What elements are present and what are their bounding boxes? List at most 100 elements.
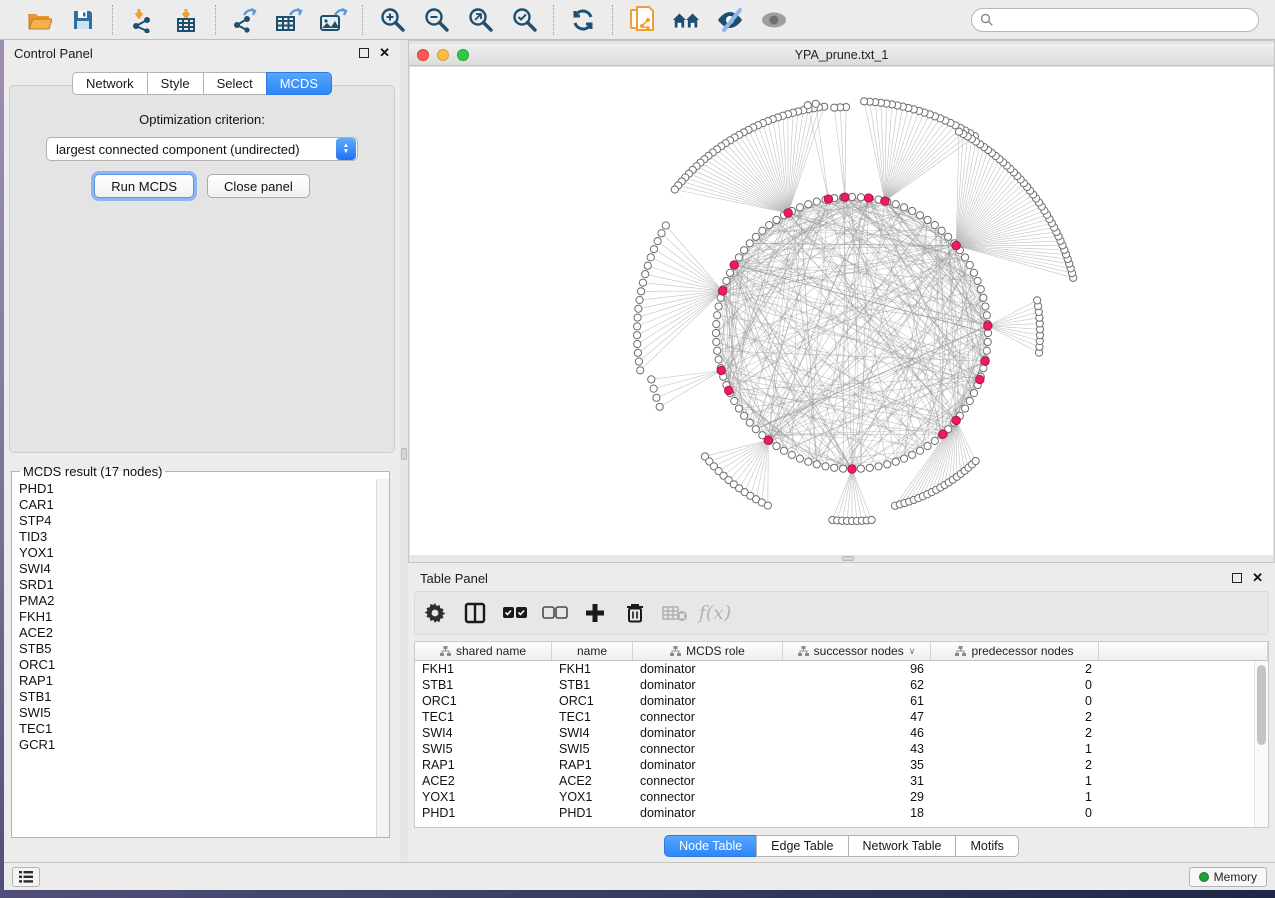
- task-history-icon[interactable]: [12, 867, 40, 887]
- mcds-node-item[interactable]: ACE2: [19, 625, 376, 641]
- delete-table-icon[interactable]: [655, 595, 695, 631]
- delete-row-icon[interactable]: [615, 595, 655, 631]
- clone-network-icon[interactable]: [627, 5, 657, 35]
- table-panel-title: Table Panel: [420, 571, 1232, 586]
- deselect-all-icon[interactable]: [535, 595, 575, 631]
- mcds-node-item[interactable]: GCR1: [19, 737, 376, 753]
- table-tab-motifs[interactable]: Motifs: [955, 835, 1018, 857]
- memory-button[interactable]: Memory: [1189, 867, 1267, 887]
- table-row[interactable]: TEC1TEC1connector472: [415, 709, 1268, 725]
- network-graph[interactable]: [410, 67, 1273, 555]
- splitter-grip[interactable]: [401, 448, 407, 460]
- optimization-criterion-select[interactable]: largest connected component (undirected)…: [46, 137, 358, 161]
- table-tab-edge-table[interactable]: Edge Table: [756, 835, 848, 857]
- select-all-icon[interactable]: [495, 595, 535, 631]
- zoom-selected-icon[interactable]: [509, 5, 539, 35]
- mcds-node-item[interactable]: PHD1: [19, 481, 376, 497]
- table-row[interactable]: STB1STB1dominator620: [415, 677, 1268, 693]
- memory-status-icon: [1199, 872, 1209, 882]
- table-row[interactable]: YOX1YOX1connector291: [415, 789, 1268, 805]
- hide-selected-icon[interactable]: [715, 5, 745, 35]
- table-cell: 0: [931, 693, 1099, 709]
- network-titlebar[interactable]: YPA_prune.txt_1: [409, 44, 1274, 66]
- zoom-in-icon[interactable]: [377, 5, 407, 35]
- mcds-result-list[interactable]: PHD1CAR1STP4TID3YOX1SWI4SRD1PMA2FKH1ACE2…: [12, 479, 376, 837]
- table-cell: 43: [783, 741, 931, 757]
- table-tab-node-table[interactable]: Node Table: [664, 835, 757, 857]
- table-scrollbar[interactable]: [1254, 661, 1268, 827]
- zoom-fit-icon[interactable]: [465, 5, 495, 35]
- mcds-list-scrollbar[interactable]: [376, 479, 389, 837]
- table-cell: SWI5: [415, 741, 552, 757]
- close-panel-button[interactable]: Close panel: [207, 174, 310, 198]
- run-mcds-button[interactable]: Run MCDS: [94, 174, 194, 198]
- export-table-icon[interactable]: [274, 5, 304, 35]
- mcds-node-item[interactable]: SWI5: [19, 705, 376, 721]
- mcds-node-item[interactable]: CAR1: [19, 497, 376, 513]
- tab-network[interactable]: Network: [72, 72, 148, 95]
- network-title: YPA_prune.txt_1: [409, 48, 1274, 62]
- close-panel-icon[interactable]: ✕: [379, 48, 390, 58]
- table-row[interactable]: FKH1FKH1dominator962: [415, 661, 1268, 677]
- first-neighbors-icon[interactable]: [671, 5, 701, 35]
- horizontal-splitter[interactable]: [409, 555, 1274, 562]
- tab-select[interactable]: Select: [203, 72, 267, 95]
- mcds-node-item[interactable]: RAP1: [19, 673, 376, 689]
- table-cell: 29: [783, 789, 931, 805]
- function-builder-icon[interactable]: f(x): [695, 595, 735, 631]
- mcds-node-item[interactable]: TEC1: [19, 721, 376, 737]
- table-cell: dominator: [633, 661, 783, 677]
- table-cell: PHD1: [552, 805, 633, 821]
- table-settings-icon[interactable]: [415, 595, 455, 631]
- mcds-node-item[interactable]: PMA2: [19, 593, 376, 609]
- mcds-node-item[interactable]: STP4: [19, 513, 376, 529]
- table-row[interactable]: ORC1ORC1dominator610: [415, 693, 1268, 709]
- close-panel-icon[interactable]: ✕: [1252, 573, 1263, 583]
- splitter-grip[interactable]: [842, 556, 854, 561]
- vertical-splitter[interactable]: [400, 40, 408, 862]
- show-columns-icon[interactable]: [455, 595, 495, 631]
- column-header-name[interactable]: name: [552, 642, 633, 660]
- mcds-node-item[interactable]: YOX1: [19, 545, 376, 561]
- table-row[interactable]: SWI4SWI4dominator462: [415, 725, 1268, 741]
- table-tabs: Node TableEdge TableNetwork TableMotifs: [408, 835, 1275, 857]
- refresh-layout-icon[interactable]: [568, 5, 598, 35]
- mcds-node-item[interactable]: SRD1: [19, 577, 376, 593]
- mcds-result-title: MCDS result (17 nodes): [20, 464, 165, 479]
- export-network-icon[interactable]: [230, 5, 260, 35]
- column-header-shared-name[interactable]: shared name: [415, 642, 552, 660]
- save-session-icon[interactable]: [68, 5, 98, 35]
- table-row[interactable]: SWI5SWI5connector431: [415, 741, 1268, 757]
- column-header-predecessor-nodes[interactable]: predecessor nodes: [931, 642, 1099, 660]
- table-cell: ORC1: [415, 693, 552, 709]
- open-file-icon[interactable]: [24, 5, 54, 35]
- search-input[interactable]: [971, 8, 1259, 32]
- add-row-icon[interactable]: [575, 595, 615, 631]
- table-row[interactable]: ACE2ACE2connector311: [415, 773, 1268, 789]
- column-header-successor-nodes[interactable]: successor nodes∨: [783, 642, 931, 660]
- zoom-out-icon[interactable]: [421, 5, 451, 35]
- import-network-icon[interactable]: [127, 5, 157, 35]
- column-label: shared name: [456, 644, 526, 658]
- mcds-node-item[interactable]: STB1: [19, 689, 376, 705]
- mcds-node-item[interactable]: ORC1: [19, 657, 376, 673]
- scrollbar-thumb[interactable]: [1257, 665, 1266, 745]
- show-all-icon[interactable]: [759, 5, 789, 35]
- float-panel-icon[interactable]: [359, 48, 369, 58]
- mcds-node-item[interactable]: STB5: [19, 641, 376, 657]
- network-canvas[interactable]: [410, 67, 1273, 555]
- float-panel-icon[interactable]: [1232, 573, 1242, 583]
- tab-style[interactable]: Style: [147, 72, 204, 95]
- export-image-icon[interactable]: [318, 5, 348, 35]
- table-tab-network-table[interactable]: Network Table: [848, 835, 957, 857]
- chevron-down-icon[interactable]: ∨: [909, 646, 916, 657]
- table-cell: 0: [931, 677, 1099, 693]
- mcds-node-item[interactable]: FKH1: [19, 609, 376, 625]
- mcds-node-item[interactable]: SWI4: [19, 561, 376, 577]
- table-row[interactable]: RAP1RAP1dominator352: [415, 757, 1268, 773]
- mcds-node-item[interactable]: TID3: [19, 529, 376, 545]
- table-row[interactable]: PHD1PHD1dominator180: [415, 805, 1268, 821]
- tab-mcds[interactable]: MCDS: [266, 72, 332, 95]
- import-table-icon[interactable]: [171, 5, 201, 35]
- column-header-MCDS-role[interactable]: MCDS role: [633, 642, 783, 660]
